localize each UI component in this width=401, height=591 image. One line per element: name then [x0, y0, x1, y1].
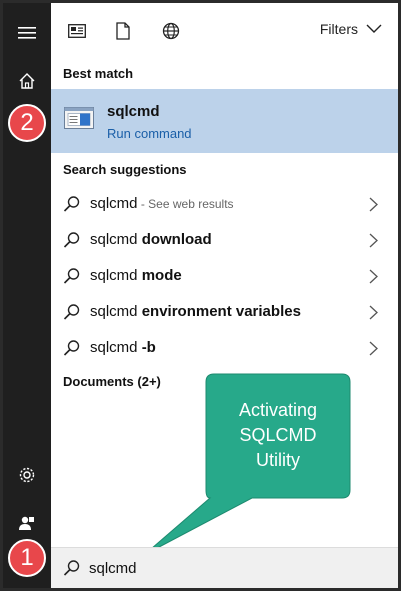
callout-bubble	[143, 373, 351, 556]
callout-text: Activating SQLCMD Utility	[238, 400, 318, 470]
step-badge-1: 1	[8, 539, 46, 577]
search-input[interactable]	[89, 554, 379, 582]
search-box[interactable]	[51, 547, 398, 588]
search-icon	[63, 559, 81, 582]
step-badge-2: 2	[8, 104, 46, 142]
